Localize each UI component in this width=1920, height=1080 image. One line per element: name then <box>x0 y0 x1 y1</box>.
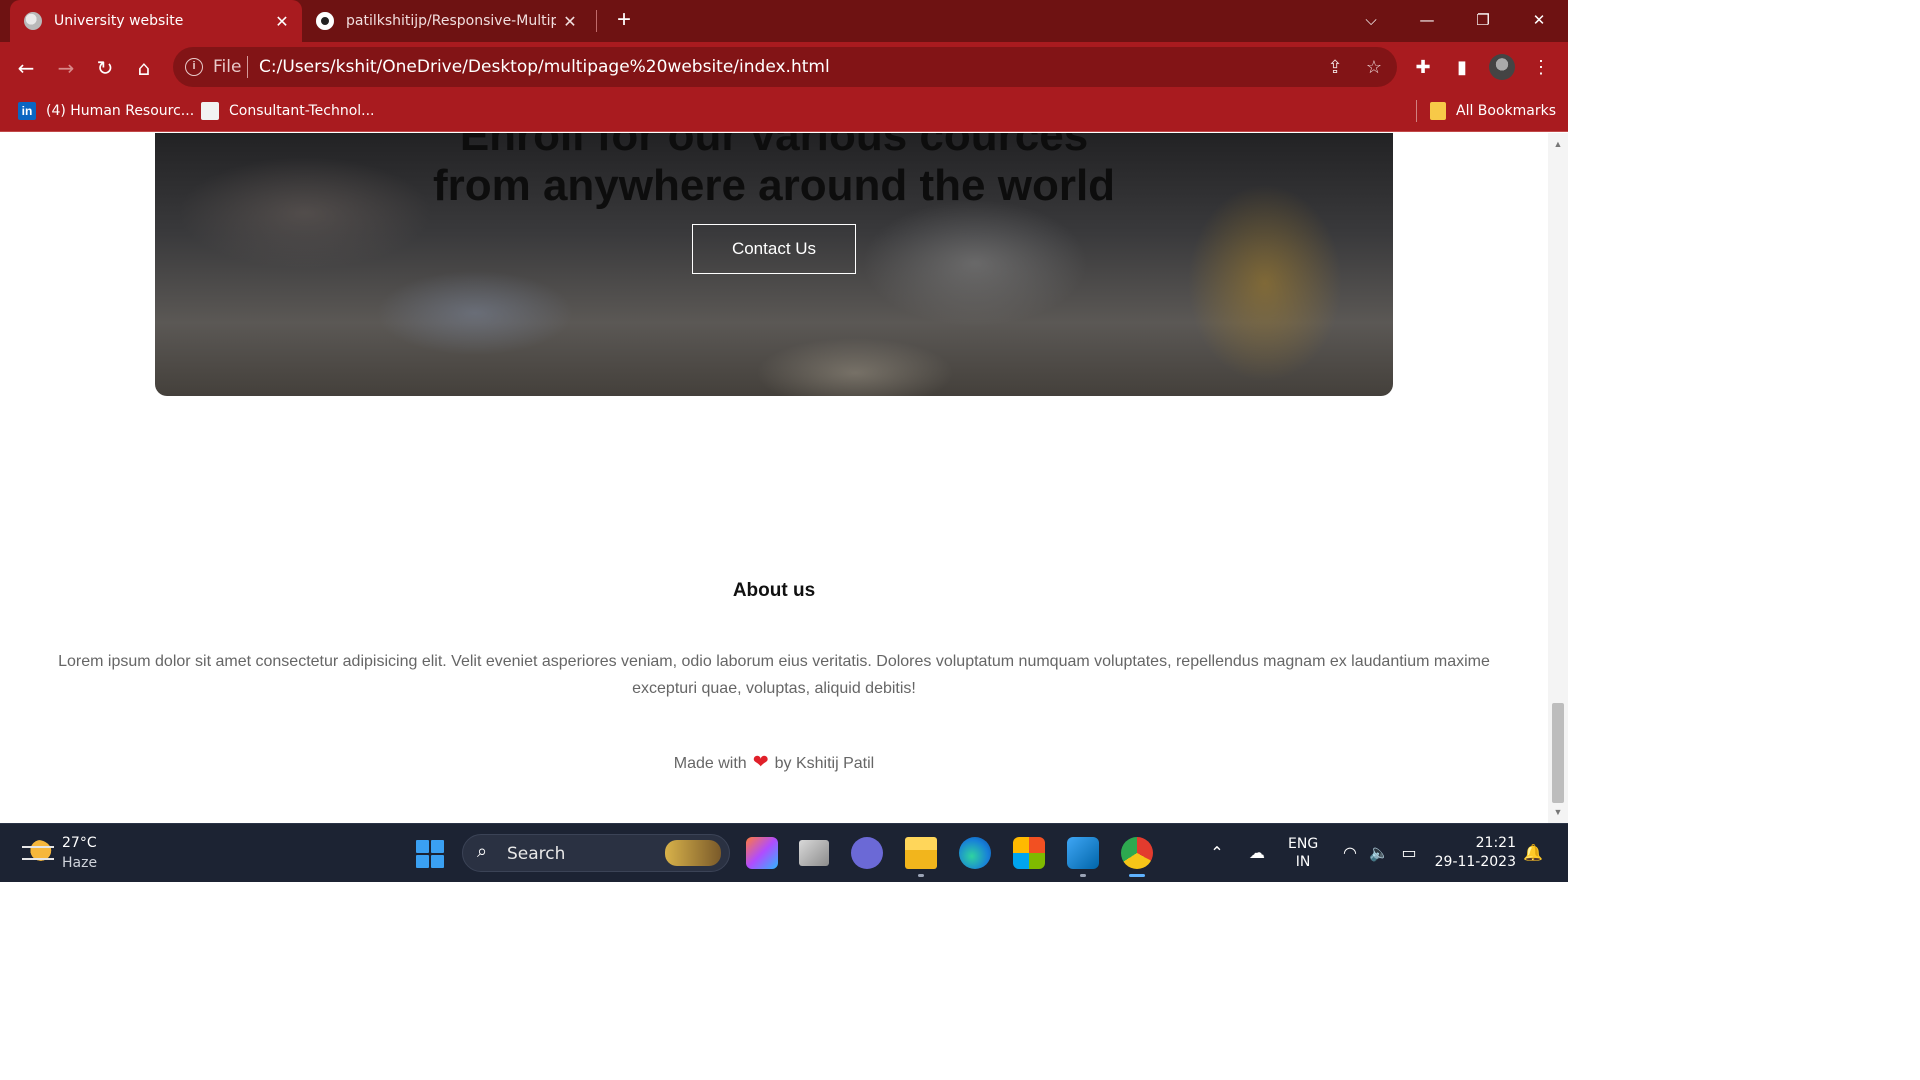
share-icon[interactable]: ⇪ <box>1323 55 1347 79</box>
language-code: ENG <box>1288 836 1319 852</box>
tab-title: University website <box>54 13 184 29</box>
file-explorer-icon[interactable] <box>905 837 937 877</box>
forward-icon[interactable]: → <box>52 54 80 82</box>
profile-avatar[interactable] <box>1489 54 1515 80</box>
task-view-icon[interactable] <box>799 840 829 866</box>
clock-time: 21:21 <box>1475 835 1516 851</box>
new-tab-icon[interactable]: + <box>610 6 638 34</box>
windows-start-icon[interactable] <box>416 840 444 868</box>
github-icon <box>316 12 334 30</box>
heart-icon: ❤ <box>752 752 769 773</box>
region-code: IN <box>1295 854 1311 870</box>
battery-icon[interactable]: ▭ <box>1398 842 1420 864</box>
show-hidden-icons-icon[interactable]: ⌃ <box>1206 842 1228 864</box>
bookmark-label: Consultant-Technol... <box>229 103 375 119</box>
footer-prefix: Made with <box>673 755 747 772</box>
close-window-icon[interactable]: ✕ <box>1511 0 1567 42</box>
weather-temp[interactable]: 27°C <box>62 835 97 851</box>
all-bookmarks[interactable]: All Bookmarks <box>1430 92 1556 130</box>
scheme-label: File <box>213 57 242 77</box>
tab-university-website[interactable]: University website ✕ <box>10 0 302 42</box>
linkedin-icon: in <box>18 102 36 120</box>
bookmarks-bar: in (4) Human Resourc... Consultant-Techn… <box>0 92 1568 132</box>
folder-icon <box>1430 102 1446 120</box>
scrollbar-thumb[interactable] <box>1552 703 1564 803</box>
minimize-icon[interactable]: — <box>1399 0 1455 42</box>
vscode-icon[interactable] <box>1067 837 1099 877</box>
search-label: Search <box>507 844 566 864</box>
hero-heading-line2: from anywhere around the world <box>432 161 1116 210</box>
tab-title: patilkshitijp/Responsive-Multiple <box>346 13 556 29</box>
url-text[interactable]: C:/Users/kshit/OneDrive/Desktop/multipag… <box>259 57 830 77</box>
chrome-icon[interactable] <box>1121 837 1153 877</box>
close-tab-icon[interactable]: ✕ <box>556 12 584 31</box>
all-bookmarks-label: All Bookmarks <box>1456 103 1557 119</box>
info-icon[interactable]: i <box>185 58 203 76</box>
globe-icon <box>24 12 42 30</box>
page-viewport: Enroll for our various cources from anyw… <box>0 133 1548 823</box>
copilot-icon[interactable] <box>746 837 778 869</box>
search-icon: ⌕ <box>477 841 488 862</box>
site-icon <box>201 102 219 120</box>
language-indicator[interactable]: ENG IN <box>1288 836 1318 870</box>
notification-bell-icon[interactable]: 🔔 <box>1522 842 1544 864</box>
footer-suffix: by Kshitij Patil <box>774 755 875 772</box>
bookmark-separator <box>1416 100 1417 122</box>
clock-date: 29-11-2023 <box>1434 854 1516 870</box>
edge-icon[interactable] <box>959 837 991 869</box>
about-heading: About us <box>732 580 816 601</box>
microsoft-store-icon[interactable] <box>1013 837 1045 869</box>
hero-heading-line1: Enroll for our various cources <box>459 133 1089 160</box>
footer-credit: Made with ❤ by Kshitij Patil <box>0 751 1548 774</box>
volume-icon[interactable]: 🔈 <box>1368 842 1390 864</box>
onedrive-icon[interactable]: ☁ <box>1246 842 1268 864</box>
teams-chat-icon[interactable] <box>851 837 883 869</box>
browser-toolbar: ← → ↻ ⌂ i File C:/Users/kshit/OneDrive/D… <box>0 42 1568 92</box>
restore-icon[interactable]: ❐ <box>1455 0 1511 42</box>
bookmark-star-icon[interactable]: ☆ <box>1362 55 1386 79</box>
bookmark-linkedin[interactable]: in (4) Human Resourc... <box>18 92 194 130</box>
close-tab-icon[interactable]: ✕ <box>268 12 296 31</box>
address-bar[interactable]: i File C:/Users/kshit/OneDrive/Desktop/m… <box>173 47 1397 87</box>
tab-separator <box>596 10 597 32</box>
contact-us-button[interactable]: Contact Us <box>692 224 856 274</box>
scroll-down-icon[interactable]: ▼ <box>1548 804 1568 820</box>
tab-search-icon[interactable]: ⌵ <box>1343 0 1399 42</box>
home-icon[interactable]: ⌂ <box>130 54 158 82</box>
clock[interactable]: 21:21 29-11-2023 <box>1432 835 1516 870</box>
haze-lines-icon <box>22 846 54 860</box>
weather-condition[interactable]: Haze <box>62 855 97 871</box>
taskbar: 27°C Haze ⌕ Search ⌃ ☁ ENG IN ◠ 🔈 ▭ 21:2… <box>0 823 1568 882</box>
extensions-icon[interactable]: ✚ <box>1410 54 1436 80</box>
taskbar-search[interactable]: ⌕ Search <box>462 834 730 872</box>
hero-banner: Enroll for our various cources from anyw… <box>155 133 1393 396</box>
back-icon[interactable]: ← <box>12 54 40 82</box>
reload-icon[interactable]: ↻ <box>91 54 119 82</box>
bookmark-label: (4) Human Resourc... <box>46 103 195 119</box>
wifi-icon[interactable]: ◠ <box>1339 842 1361 864</box>
tab-github-repo[interactable]: patilkshitijp/Responsive-Multiple ✕ <box>306 0 590 42</box>
page-scrollbar[interactable]: ▲ ▼ <box>1548 133 1568 823</box>
scroll-up-icon[interactable]: ▲ <box>1548 136 1568 152</box>
search-highlight-icon <box>665 840 721 866</box>
side-panel-icon[interactable]: ▮ <box>1449 54 1475 80</box>
menu-icon[interactable]: ⋮ <box>1528 54 1554 80</box>
tab-strip: University website ✕ patilkshitijp/Respo… <box>0 0 1568 42</box>
bookmark-consultant[interactable]: Consultant-Technol... <box>201 92 375 130</box>
about-paragraph: Lorem ipsum dolor sit amet consectetur a… <box>58 653 1490 697</box>
address-separator <box>247 56 248 78</box>
